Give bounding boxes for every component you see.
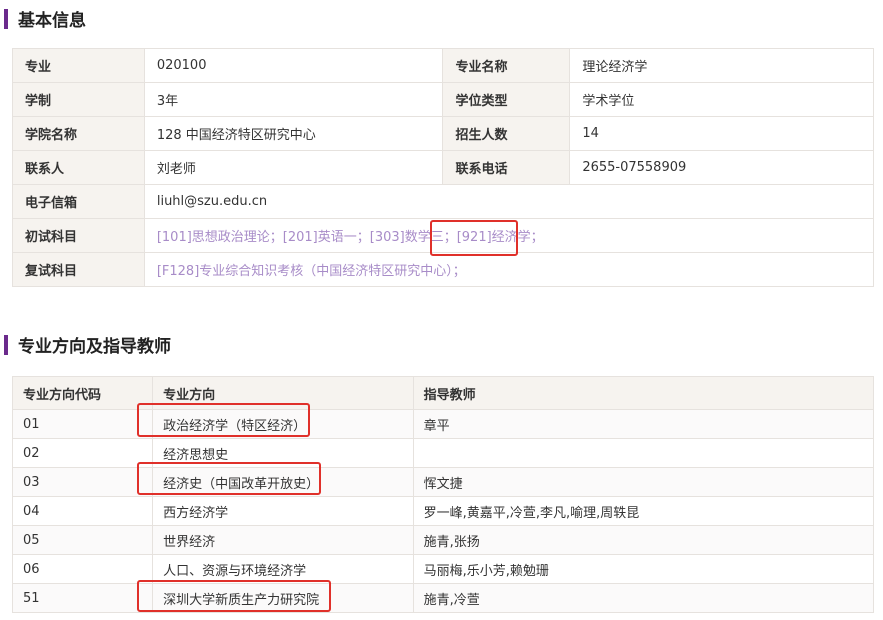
table-row: 04 西方经济学 罗一峰,黄嘉平,冷萱,李凡,喻理,周轶昆: [11, 496, 875, 526]
label-phone: 联系电话: [442, 150, 571, 185]
direction-name: 世界经济: [152, 525, 414, 555]
direction-supervisor: [412, 438, 875, 468]
label-email: 电子信箱: [12, 184, 145, 219]
section-title-basic-info: 基本信息: [0, 6, 86, 31]
label-major-name: 专业名称: [442, 48, 571, 83]
direction-supervisor: 罗一峰,黄嘉平,冷萱,李凡,喻理,周轶昆: [412, 496, 875, 526]
label-major-code: 专业: [12, 48, 145, 83]
table-row: 电子信箱 liuhl@szu.edu.cn: [12, 184, 875, 219]
highlight-box-direction-51: [137, 580, 331, 612]
highlight-box-direction-03: [137, 462, 321, 495]
value-major-name: 理论经济学: [569, 48, 874, 83]
direction-code: 05: [11, 525, 154, 555]
header-supervisor: 指导教师: [412, 376, 875, 410]
table-row: 学制 3年 学位类型 学术学位: [12, 82, 874, 117]
header-direction-code: 专业方向代码: [11, 376, 154, 410]
section-accent-bar: [4, 8, 8, 29]
label-college: 学院名称: [12, 116, 145, 151]
direction-code: 51: [11, 583, 154, 613]
label-enrollment: 招生人数: [442, 116, 571, 151]
label-retest-subjects: 复试科目: [12, 252, 145, 287]
direction-code: 02: [11, 438, 154, 468]
section-title-directions: 专业方向及指导教师: [0, 332, 171, 357]
value-duration: 3年: [143, 82, 444, 117]
value-enrollment: 14: [569, 116, 874, 151]
direction-code: 06: [11, 554, 154, 584]
direction-code: 03: [11, 467, 154, 497]
highlight-box-direction-01: [137, 403, 310, 437]
value-degree-type: 学术学位: [569, 82, 874, 117]
value-email: liuhl@szu.edu.cn: [143, 184, 875, 219]
label-degree-type: 学位类型: [442, 82, 571, 117]
label-prelim-subjects: 初试科目: [12, 218, 145, 253]
label-contact: 联系人: [12, 150, 145, 185]
retest-subjects-link[interactable]: [F128]专业综合知识考核（中国经济特区研究中心）；: [143, 252, 875, 287]
section-accent-bar: [4, 334, 8, 355]
direction-supervisor: 章平: [412, 409, 875, 439]
value-contact: 刘老师: [143, 150, 444, 185]
value-college: 128 中国经济特区研究中心: [143, 116, 444, 151]
direction-code: 01: [11, 409, 154, 439]
section-title-text: 基本信息: [18, 11, 86, 31]
value-major-code: 020100: [143, 48, 444, 83]
table-row: 联系人 刘老师 联系电话 2655-07558909: [12, 150, 874, 185]
direction-name: 西方经济学: [152, 496, 414, 526]
direction-code: 04: [11, 496, 154, 526]
direction-supervisor: 恽文捷: [412, 467, 875, 497]
direction-supervisor: 施青,冷萱: [412, 583, 875, 613]
highlight-box-921: [430, 220, 518, 256]
table-row: 复试科目 [F128]专业综合知识考核（中国经济特区研究中心）；: [12, 252, 875, 287]
value-phone: 2655-07558909: [569, 150, 874, 185]
table-row: 05 世界经济 施青,张扬: [11, 525, 875, 555]
table-row: 学院名称 128 中国经济特区研究中心 招生人数 14: [12, 116, 874, 151]
label-duration: 学制: [12, 82, 145, 117]
direction-supervisor: 马丽梅,乐小芳,赖勉珊: [412, 554, 875, 584]
section-title-text: 专业方向及指导教师: [18, 337, 171, 357]
table-row: 专业 020100 专业名称 理论经济学: [12, 48, 874, 83]
direction-supervisor: 施青,张扬: [412, 525, 875, 555]
